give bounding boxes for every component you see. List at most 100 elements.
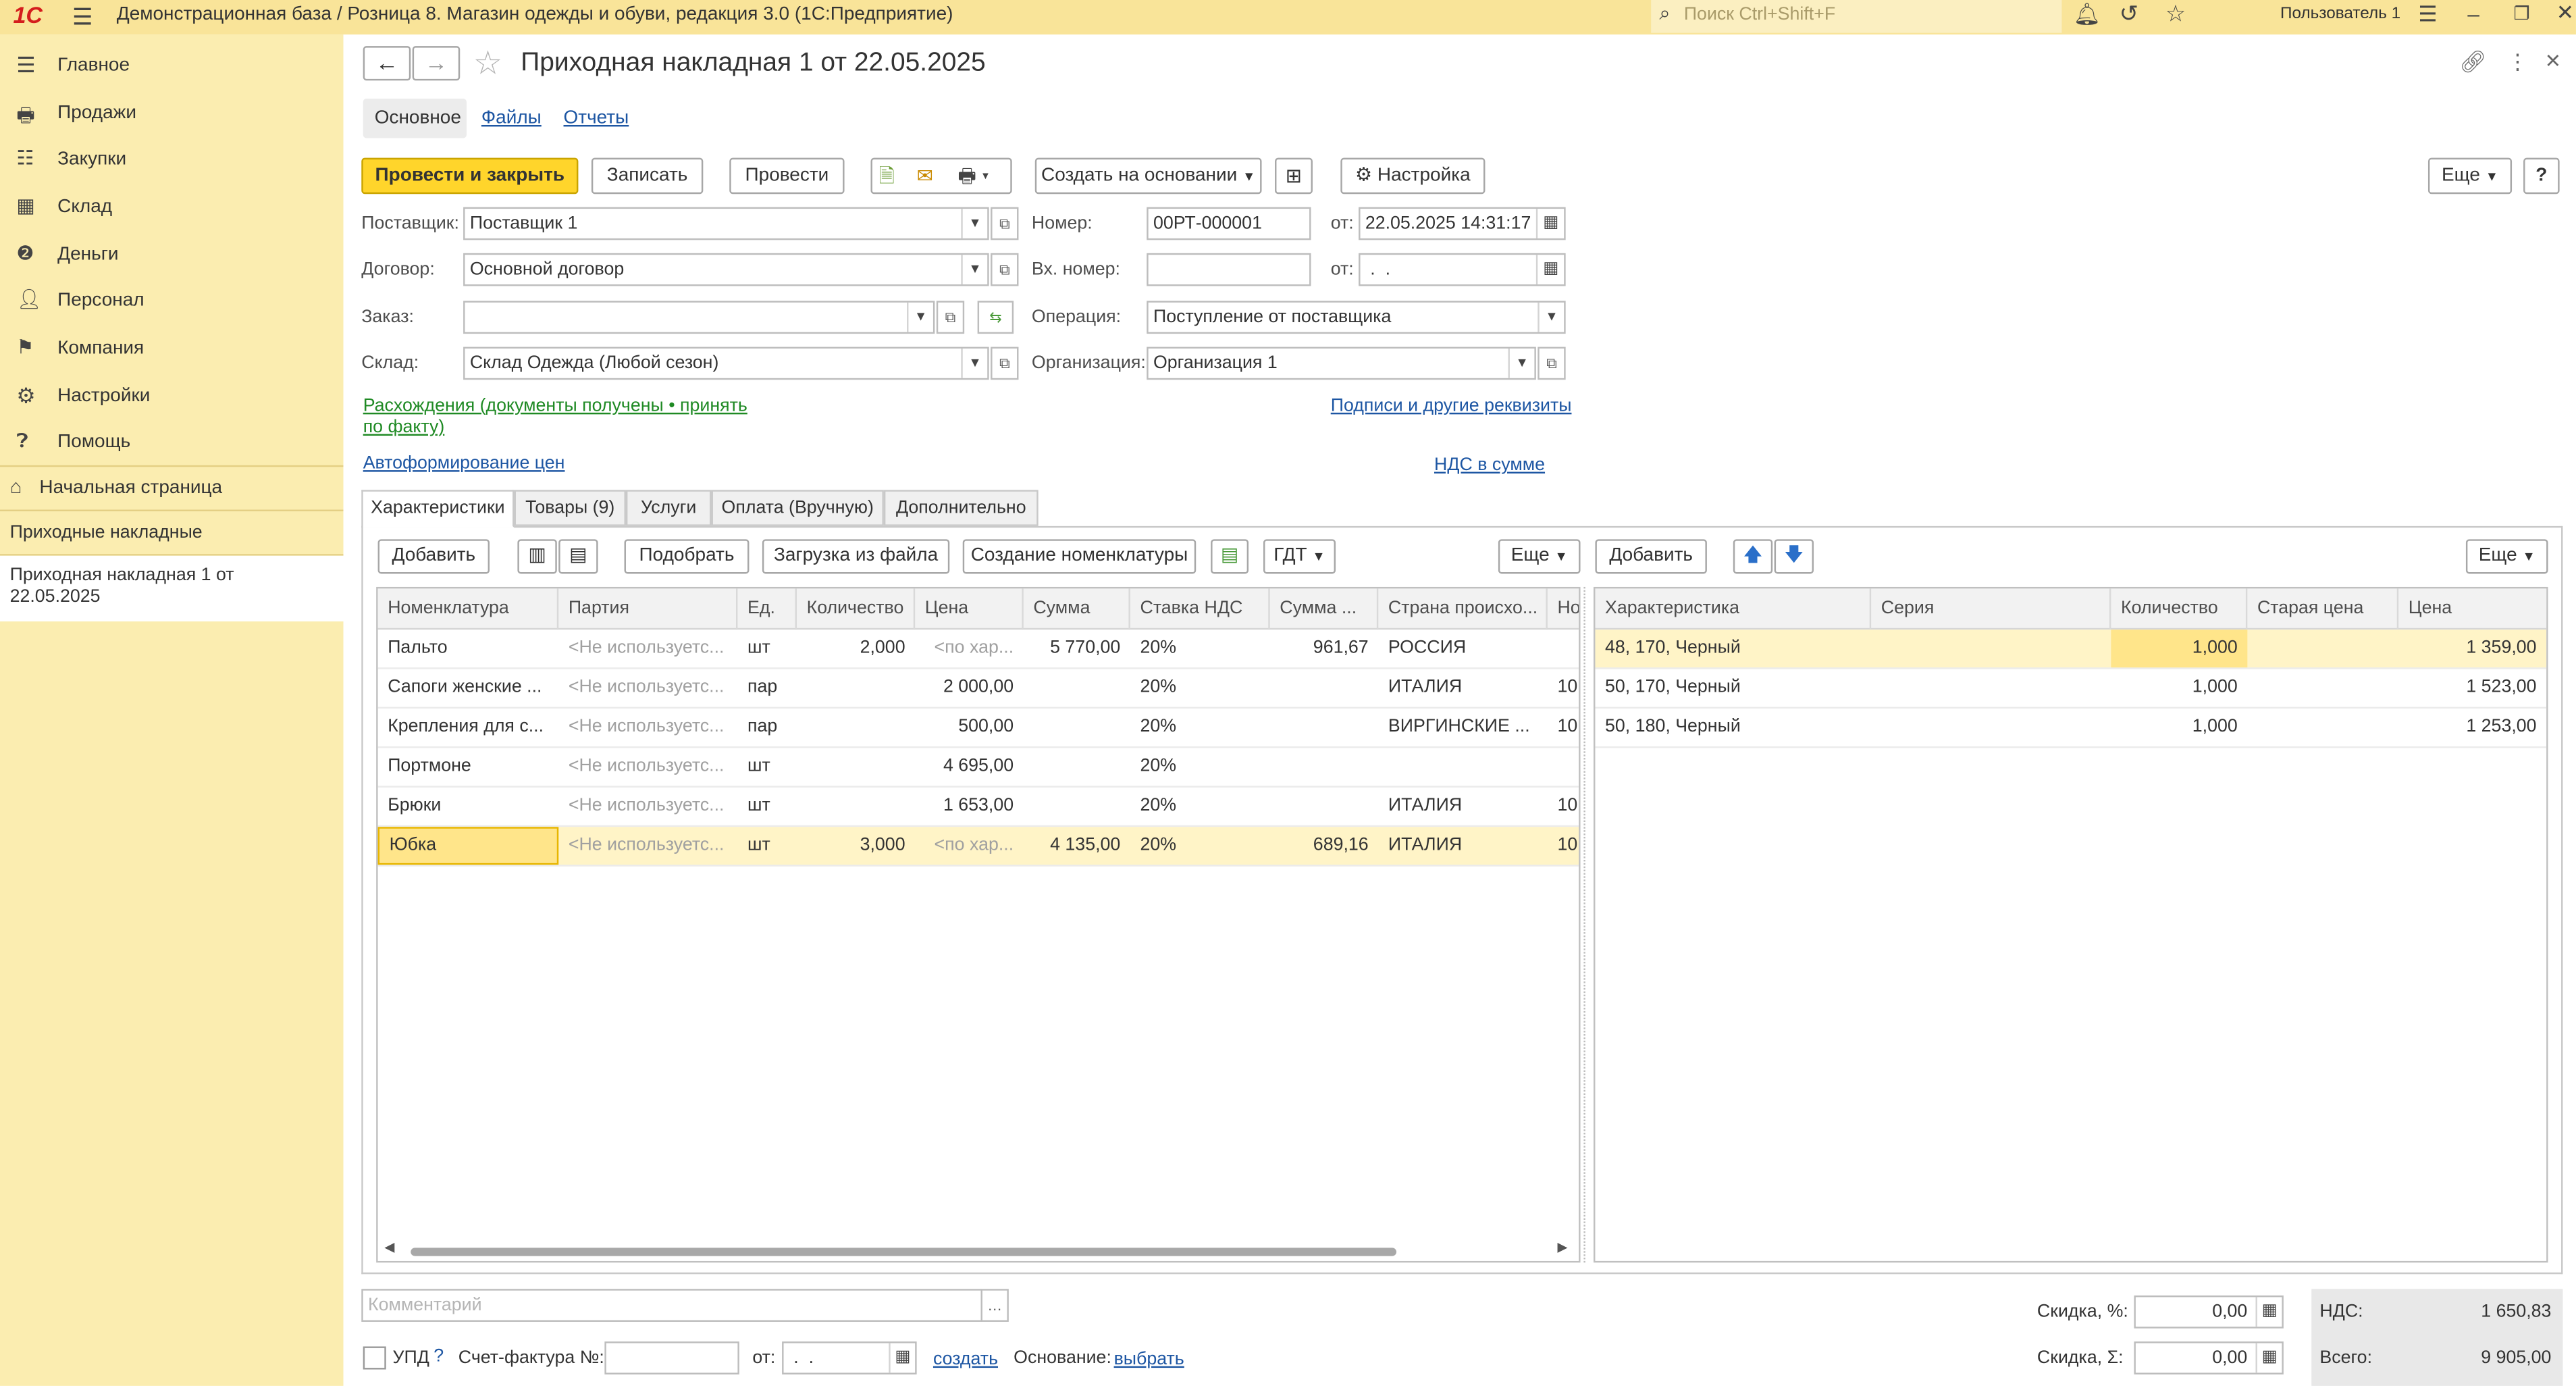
settings-button[interactable]: ⚙ Настройка (1340, 157, 1486, 195)
in-number-field[interactable] (1147, 253, 1311, 286)
warehouse-field[interactable]: Склад Одежда (Любой сезон) ▼ (463, 346, 989, 380)
table-cell[interactable] (1871, 669, 2111, 707)
table-cell[interactable]: 2 000,00 (915, 669, 1024, 707)
table-cell[interactable] (1024, 669, 1130, 707)
add-row-button[interactable]: Добавить (377, 539, 490, 574)
tab-characteristics[interactable]: Характеристики (361, 490, 515, 528)
move-down-icon[interactable]: 🡇 (1774, 539, 1814, 574)
scroll-left-icon[interactable]: ◀ (384, 1239, 394, 1254)
table-cell[interactable]: ИТАЛИЯ (1378, 669, 1548, 707)
in-date-field[interactable]: . . ▦ (1359, 253, 1566, 286)
signatures-link[interactable]: Подписи и другие реквизиты (1331, 396, 1572, 416)
table-cell[interactable] (2247, 669, 2398, 707)
table-cell[interactable] (1270, 748, 1379, 786)
table-cell[interactable]: 20% (1130, 630, 1270, 667)
table-cell[interactable]: <по хар... (915, 827, 1024, 865)
table-row[interactable]: Крепления для с... <Не используетс... пар 5… (377, 709, 1579, 748)
table-cell[interactable]: РОССИЯ (1378, 630, 1548, 667)
invoice-number-field[interactable] (604, 1341, 739, 1375)
column-header[interactable]: Ед. (737, 588, 797, 630)
search-input[interactable]: Поиск Ctrl+Shift+F (1684, 5, 1835, 24)
discount-sum-field[interactable]: 0,00 ▦ (2134, 1341, 2284, 1375)
column-header[interactable]: Серия (1871, 588, 2111, 630)
hamburger-icon[interactable]: ☰ (72, 3, 93, 31)
table-cell[interactable]: пар (737, 709, 797, 746)
print-icon[interactable]: 🖶︎ ▾ (957, 159, 989, 192)
document-icon[interactable]: 🗎︎ (879, 159, 895, 192)
table-cell[interactable]: 50, 170, Черный (1595, 669, 1871, 707)
table-cell[interactable] (797, 788, 915, 825)
table-row[interactable]: 50, 180, Черный 1,000 1 253,00 (1595, 709, 2547, 748)
sidebar-item-company[interactable]: ⚑ Компания (0, 326, 343, 371)
column-header[interactable]: Количество (2111, 588, 2248, 630)
vat-included-link[interactable]: НДС в сумме (1434, 455, 1545, 475)
organization-field[interactable]: Организация 1 ▼ (1147, 346, 1536, 380)
table-cell[interactable] (797, 669, 915, 707)
table-cell[interactable]: 4 135,00 (1024, 827, 1130, 865)
open-window-receipts[interactable]: Приходные накладные (0, 511, 343, 554)
tab-files[interactable]: Файлы (481, 109, 542, 128)
table-cell[interactable]: <Не используетс... (558, 788, 737, 825)
table-cell[interactable] (1270, 709, 1379, 746)
autoprice-link[interactable]: Автоформирование цен (363, 454, 565, 473)
table-cell[interactable] (2247, 709, 2398, 746)
calendar-icon[interactable]: ▦ (1535, 209, 1564, 238)
table-cell[interactable] (1548, 630, 1579, 667)
operation-field[interactable]: Поступление от поставщика ▼ (1147, 301, 1566, 334)
column-header[interactable]: Количество (797, 588, 916, 630)
table-row[interactable]: Пальто <Не используетс... шт 2,000 <по хар..… (377, 630, 1579, 669)
table-cell[interactable]: 1,000 (2111, 669, 2247, 707)
table-cell[interactable]: 20% (1130, 709, 1270, 746)
column-header[interactable]: Старая цена (2247, 588, 2399, 630)
column-header[interactable]: Сумма (1024, 588, 1130, 630)
create-invoice-link[interactable]: создать (933, 1350, 998, 1369)
open-icon[interactable]: ⧉ (936, 301, 965, 334)
mail-icon[interactable]: ✉ (917, 159, 933, 192)
open-icon[interactable]: ⧉ (991, 207, 1019, 240)
sidebar-item-sales[interactable]: 🖶︎ Продажи (0, 91, 343, 136)
table-cell[interactable]: 1,000 (2111, 630, 2248, 668)
table-cell[interactable]: 10: (1548, 788, 1579, 825)
table-cell[interactable]: <Не используетс... (558, 827, 737, 865)
comment-field[interactable]: Комментарий (361, 1289, 982, 1322)
back-button[interactable]: ← (363, 46, 411, 81)
table-cell[interactable]: 4 695,00 (915, 748, 1024, 786)
splitter[interactable] (1583, 586, 1588, 1263)
calculator-icon[interactable]: ▦ (2255, 1343, 2282, 1373)
column-header[interactable]: Сумма ... (1270, 588, 1379, 630)
close-window-icon[interactable]: ✕ (2556, 0, 2575, 26)
chevron-down-icon[interactable]: ▼ (1537, 302, 1564, 332)
calendar-icon[interactable]: ▦ (889, 1343, 915, 1373)
maximize-icon[interactable]: ❐ (2513, 3, 2529, 24)
table-cell[interactable]: 50, 180, Черный (1595, 709, 1871, 746)
table-cell[interactable] (1548, 748, 1579, 786)
tab-main[interactable]: Основное (363, 99, 467, 138)
table-cell[interactable] (797, 709, 915, 746)
table-cell[interactable]: 689,16 (1270, 827, 1379, 865)
order-field[interactable]: ▼ (463, 301, 935, 334)
table-cell[interactable]: Сапоги женские ... (378, 669, 559, 707)
calculator-icon[interactable]: ▦ (2255, 1297, 2282, 1327)
column-header[interactable]: Партия (558, 588, 738, 630)
favorites-icon[interactable]: ☆ (2165, 0, 2186, 28)
create-based-on-button[interactable]: Создать на основании ▼ (1034, 157, 1262, 195)
table-cell[interactable]: <Не используетс... (558, 709, 737, 746)
table-row[interactable]: 50, 170, Черный 1,000 1 523,00 (1595, 669, 2547, 709)
left-more-button[interactable]: Еще ▼ (1498, 539, 1581, 574)
scan-icon[interactable]: ▤ (558, 539, 598, 574)
chevron-down-icon[interactable]: ▼ (961, 349, 987, 378)
user-name[interactable]: Пользователь 1 (2280, 5, 2400, 23)
table-cell[interactable]: 1 359,00 (2398, 630, 2546, 667)
table-cell[interactable]: 2,000 (797, 630, 915, 667)
structure-icon[interactable]: ⊞ (1275, 157, 1313, 195)
table-cell[interactable] (797, 748, 915, 786)
column-header[interactable]: Номенклатура (378, 588, 559, 630)
table-cell[interactable] (1270, 669, 1379, 707)
right-more-button[interactable]: Еще ▼ (2465, 539, 2548, 574)
horizontal-scrollbar[interactable]: ◀ ▶ (377, 1239, 1579, 1261)
upd-checkbox[interactable] (363, 1346, 386, 1370)
sidebar-item-help[interactable]: ❓︎ Помощь (0, 419, 343, 465)
table-cell[interactable]: шт (737, 748, 797, 786)
date-field[interactable]: 22.05.2025 14:31:17 ▦ (1359, 207, 1566, 240)
barcode-icon[interactable]: ▥ (517, 539, 557, 574)
